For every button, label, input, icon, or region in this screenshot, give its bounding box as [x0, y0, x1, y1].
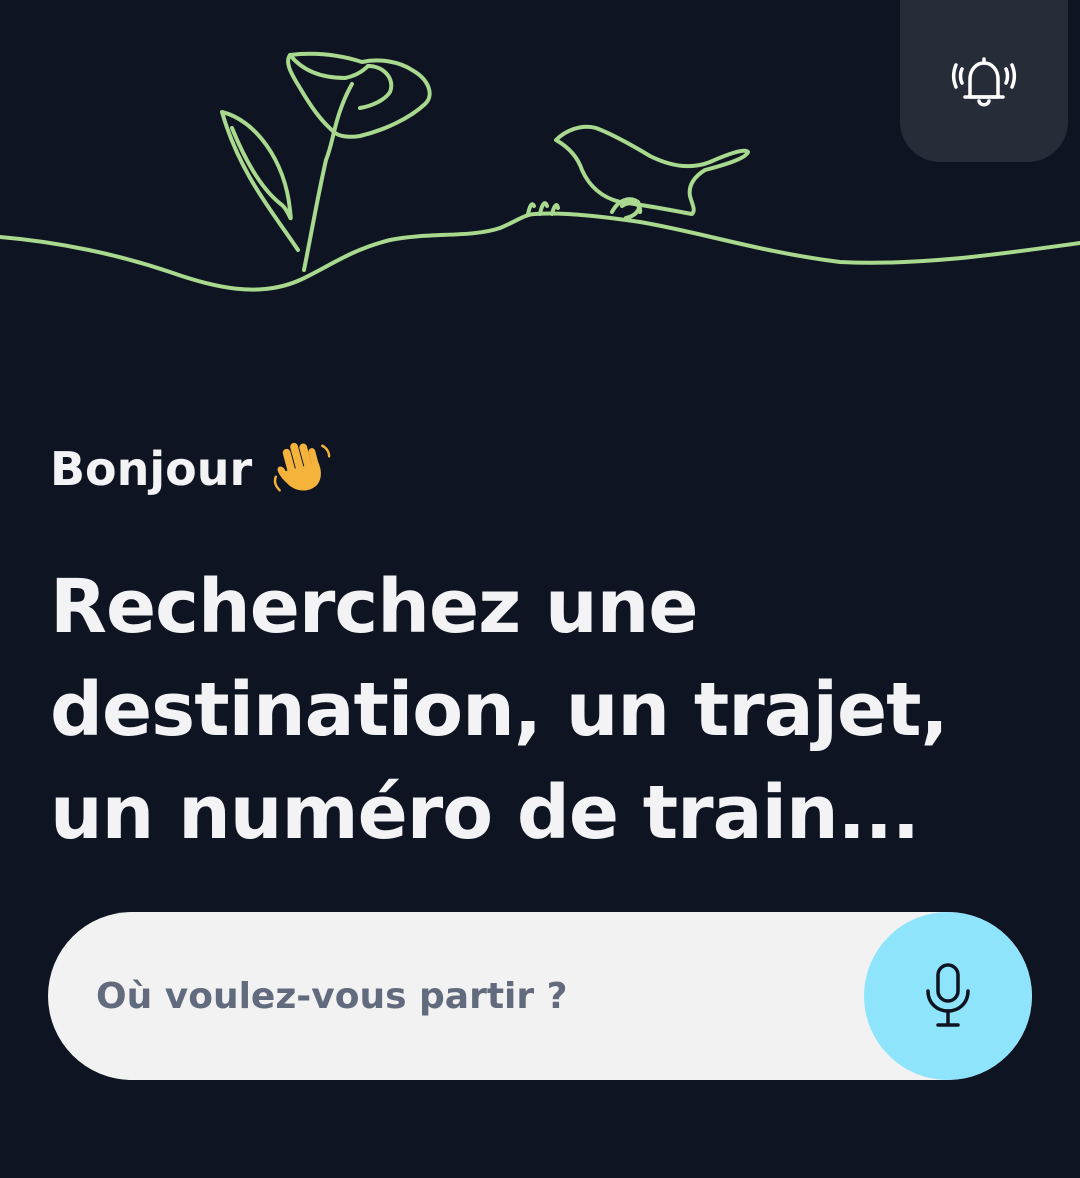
- search-bar: [48, 912, 1032, 1080]
- page-title: Recherchez une destination, un trajet, u…: [50, 564, 949, 856]
- microphone-icon: [926, 963, 970, 1027]
- greeting-text: Bonjour: [50, 442, 253, 496]
- voice-search-button[interactable]: [864, 912, 1032, 1080]
- waving-hand-icon: [274, 442, 331, 492]
- search-input[interactable]: [48, 912, 868, 1080]
- alert-button[interactable]: [900, 0, 1068, 162]
- bell-ringing-icon: [952, 57, 1016, 107]
- greeting: Bonjour: [50, 438, 332, 500]
